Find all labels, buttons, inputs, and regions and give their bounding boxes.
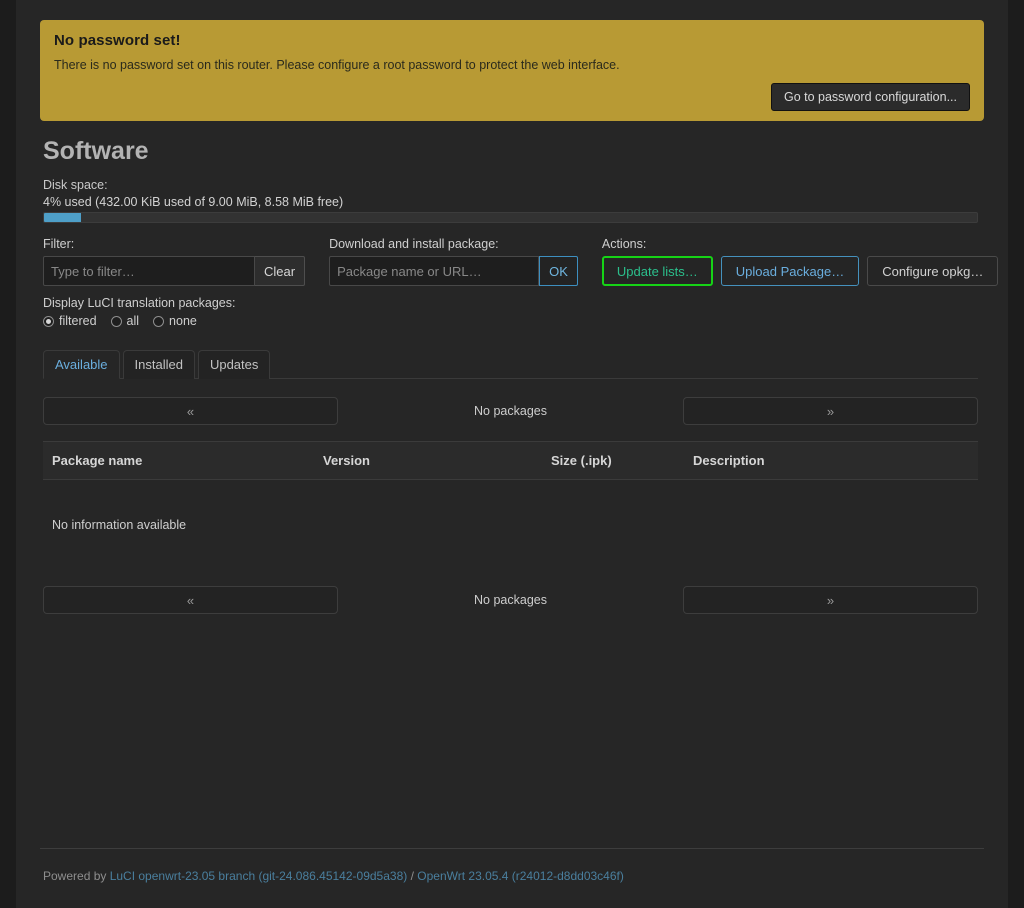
actions-buttons: Update lists… Upload Package… Configure …	[601, 256, 999, 287]
content-area: No password set! There is no password se…	[16, 0, 1008, 908]
radio-all-indicator[interactable]	[110, 315, 122, 327]
download-group: Download and install package: OK	[329, 237, 578, 287]
disk-space-usage-text: 4% used (432.00 KiB used of 9.00 MiB, 8.…	[43, 195, 344, 210]
prev-page-button-bottom[interactable]: «	[43, 586, 338, 615]
disk-space-label: Disk space:	[43, 178, 108, 193]
filter-group: Filter: Clear	[43, 237, 306, 287]
password-warning-banner: No password set! There is no password se…	[40, 20, 984, 122]
translation-packages-label: Display LuCI translation packages:	[43, 296, 236, 311]
radio-none-label: none	[169, 314, 197, 329]
tab-updates[interactable]: Updates	[197, 350, 271, 380]
translation-packages-group: Display LuCI translation packages: filte…	[43, 296, 984, 328]
actions-group: Actions: Update lists… Upload Package… C…	[601, 237, 999, 287]
column-header-package-name[interactable]: Package name	[43, 453, 323, 468]
next-page-button-bottom[interactable]: »	[683, 586, 978, 615]
package-tabs: Available Installed Updates	[43, 350, 978, 380]
radio-none[interactable]: none	[153, 314, 197, 328]
page-title: Software	[43, 137, 149, 166]
next-page-button-top[interactable]: »	[683, 397, 978, 426]
upload-package-button[interactable]: Upload Package…	[720, 256, 860, 287]
controls-row: Filter: Clear Download and install packa…	[43, 237, 999, 287]
radio-filtered[interactable]: filtered	[43, 314, 97, 328]
footer-prefix: Powered by	[43, 869, 110, 883]
actions-label: Actions:	[601, 237, 647, 252]
column-header-description[interactable]: Description	[693, 453, 978, 468]
progress-track	[43, 212, 978, 224]
footer-luci-link[interactable]: LuCI openwrt-23.05 branch (git-24.086.45…	[110, 869, 408, 883]
pagination-top: « No packages »	[43, 397, 978, 426]
radio-all[interactable]: all	[110, 314, 140, 329]
radio-none-indicator[interactable]	[153, 315, 165, 327]
download-ok-button[interactable]: OK	[539, 256, 578, 287]
column-header-size[interactable]: Size (.ipk)	[551, 453, 693, 468]
footer-separator: /	[407, 869, 418, 883]
tab-installed[interactable]: Installed	[122, 350, 195, 380]
filter-input[interactable]	[43, 256, 255, 287]
table-header-row: Package name Version Size (.ipk) Descrip…	[43, 441, 978, 481]
pagination-info-top: No packages	[474, 404, 547, 419]
pagination-info-bottom: No packages	[474, 593, 547, 608]
footer-text: Powered by LuCI openwrt-23.05 branch (gi…	[40, 849, 984, 883]
page-root: No password set! There is no password se…	[0, 0, 1024, 908]
footer: Powered by LuCI openwrt-23.05 branch (gi…	[40, 848, 984, 908]
download-label: Download and install package:	[329, 237, 499, 252]
radio-filtered-label: filtered	[59, 314, 97, 329]
download-input-wrap: OK	[329, 256, 578, 287]
table-spacer	[43, 532, 978, 568]
go-to-password-configuration-button[interactable]: Go to password configuration...	[770, 83, 970, 112]
radio-filtered-indicator[interactable]	[43, 315, 54, 327]
filter-clear-button[interactable]: Clear	[255, 256, 306, 287]
filter-input-wrap: Clear	[43, 256, 306, 287]
filter-label: Filter:	[43, 237, 75, 252]
banner-message: There is no password set on this router.…	[54, 58, 620, 72]
footer-openwrt-link[interactable]: OpenWrt 23.05.4 (r24012-d8dd03c46f)	[417, 869, 624, 883]
download-package-input[interactable]	[329, 256, 540, 287]
table-empty-message: No information available	[52, 518, 187, 533]
packages-table: Package name Version Size (.ipk) Descrip…	[43, 441, 978, 568]
tab-available[interactable]: Available	[43, 350, 120, 380]
translation-radio-list: filtered all none	[43, 314, 984, 328]
progress-fill	[44, 213, 82, 223]
banner-button-row: Go to password configuration...	[54, 83, 970, 112]
banner-title: No password set!	[54, 32, 181, 49]
update-lists-button[interactable]: Update lists…	[601, 256, 713, 287]
column-header-version[interactable]: Version	[323, 453, 551, 468]
radio-all-label: all	[126, 314, 140, 329]
configure-opkg-button[interactable]: Configure opkg…	[867, 256, 999, 287]
pagination-bottom: « No packages »	[43, 586, 978, 615]
prev-page-button-top[interactable]: «	[43, 397, 338, 426]
disk-space-progress: 4% used (432.00 KiB used of 9.00 MiB, 8.…	[43, 195, 978, 224]
